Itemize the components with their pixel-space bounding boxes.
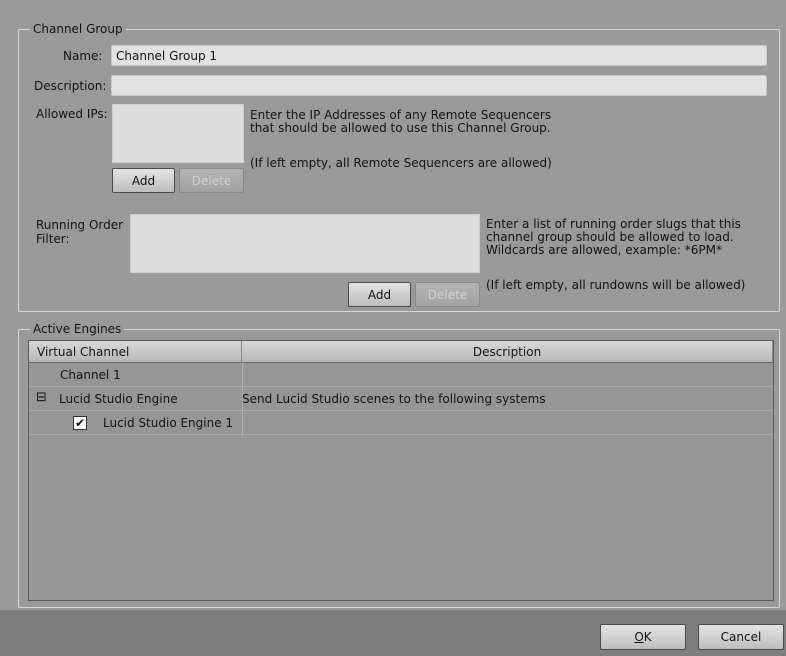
description-label: Description: xyxy=(34,79,107,93)
allowed-ips-add-button[interactable]: Add xyxy=(112,168,175,193)
tree-row-label: Lucid Studio Engine 1 xyxy=(103,415,234,430)
tree-row-description: Send Lucid Studio scenes to the followin… xyxy=(242,391,546,406)
tree-row-lucid-studio-engine[interactable]: ⊟ Lucid Studio Engine Send Lucid Studio … xyxy=(29,387,773,411)
column-header-virtual-channel-label: Virtual Channel xyxy=(37,344,130,359)
running-order-filter-list[interactable] xyxy=(130,214,480,273)
tree-row-channel-1[interactable]: Channel 1 xyxy=(29,363,773,387)
running-order-help-note: (If left empty, all rundowns will be all… xyxy=(486,278,746,292)
engines-tree[interactable]: Virtual Channel Description Channel 1 ⊟ … xyxy=(28,340,774,601)
ok-button[interactable]: OK xyxy=(600,624,686,650)
running-order-label-line2: Filter: xyxy=(36,232,70,246)
ok-mnemonic: O xyxy=(634,630,644,644)
name-label: Name: xyxy=(63,49,103,63)
ok-label-rest: K xyxy=(643,630,652,644)
running-order-add-button[interactable]: Add xyxy=(348,282,411,307)
allowed-ips-delete-button[interactable]: Delete xyxy=(179,168,244,193)
collapse-icon[interactable]: ⊟ xyxy=(36,391,47,405)
allowed-ips-help-line2: that should be allowed to use this Chann… xyxy=(250,121,551,135)
running-order-delete-button[interactable]: Delete xyxy=(415,282,480,307)
allowed-ips-list[interactable] xyxy=(112,104,244,163)
column-header-description-label: Description xyxy=(472,344,542,359)
channel-group-legend: Channel Group xyxy=(30,22,126,36)
tree-row-label: Lucid Studio Engine xyxy=(59,391,178,406)
cancel-button[interactable]: Cancel xyxy=(698,624,784,650)
tree-row-lucid-studio-engine-1[interactable]: ✔ Lucid Studio Engine 1 xyxy=(29,411,773,435)
running-order-help-line3: Wildcards are allowed, example: *6PM* xyxy=(486,243,723,257)
running-order-label-line1: Running Order xyxy=(36,218,124,232)
column-header-virtual-channel[interactable]: Virtual Channel xyxy=(29,341,242,363)
column-divider xyxy=(242,363,243,436)
engine-enabled-checkbox[interactable]: ✔ xyxy=(73,416,87,430)
description-input[interactable] xyxy=(111,75,767,96)
active-engines-legend: Active Engines xyxy=(30,322,125,336)
tree-row-label: Channel 1 xyxy=(60,367,121,382)
allowed-ips-help-note: (If left empty, all Remote Sequencers ar… xyxy=(250,156,552,170)
column-header-description[interactable]: Description xyxy=(242,341,773,363)
name-input[interactable] xyxy=(111,45,767,66)
allowed-ips-label: Allowed IPs: xyxy=(36,107,108,121)
